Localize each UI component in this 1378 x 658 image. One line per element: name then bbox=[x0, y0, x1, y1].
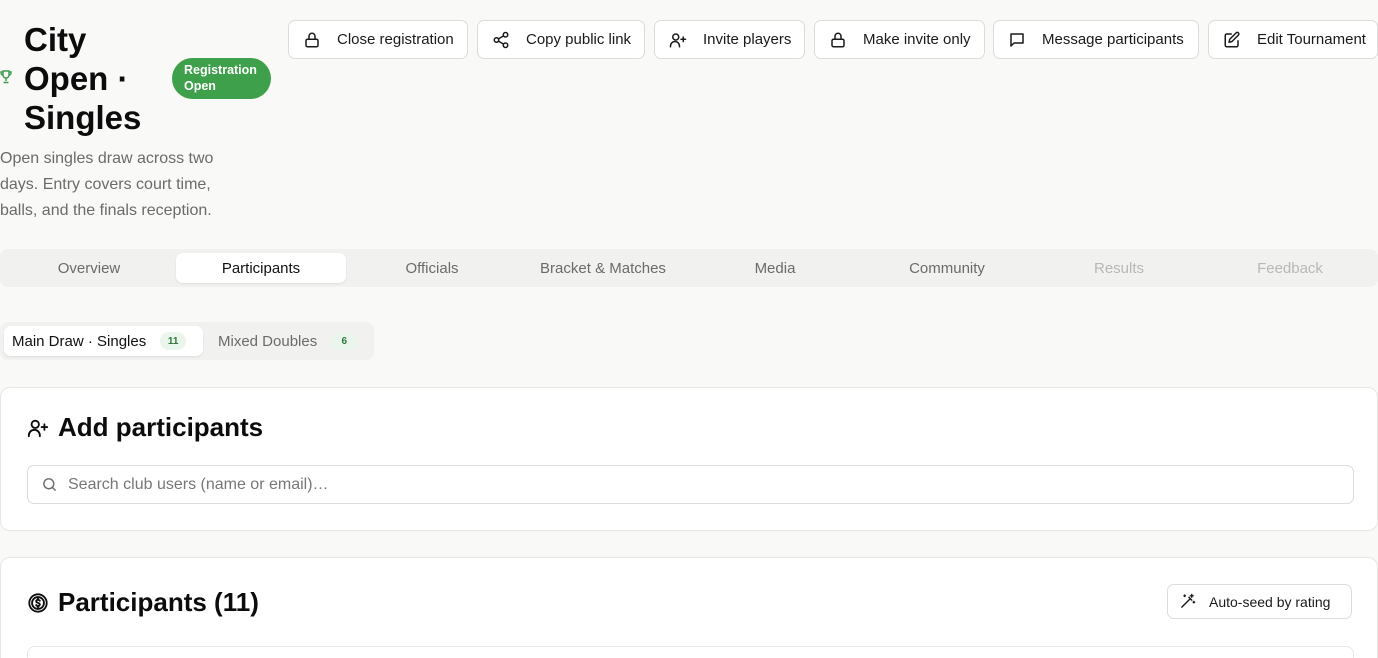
participants-title: Participants (11) bbox=[58, 587, 259, 617]
lock-icon bbox=[305, 32, 319, 47]
edit-tournament-label: Edit Tournament bbox=[1257, 31, 1366, 48]
draw-count-badge: 6 bbox=[331, 332, 358, 350]
add-participants-title: Add participants bbox=[58, 412, 264, 442]
close-registration-label: Close registration bbox=[337, 31, 454, 48]
copy-public-link-button[interactable]: Copy public link bbox=[477, 20, 645, 59]
auto-seed-button[interactable]: Auto-seed by rating bbox=[1167, 584, 1352, 619]
tab-media[interactable]: Media bbox=[690, 253, 860, 283]
invite-players-button[interactable]: Invite players bbox=[654, 20, 805, 59]
edit-icon bbox=[1224, 31, 1240, 47]
message-participants-button[interactable]: Message participants bbox=[993, 20, 1199, 59]
magic-wand-icon bbox=[1181, 593, 1196, 608]
close-registration-button[interactable]: Close registration bbox=[288, 20, 468, 59]
draw-count-badge: 11 bbox=[160, 332, 187, 350]
tab-bar: Overview Participants Officials Bracket … bbox=[0, 249, 1378, 287]
edit-tournament-button[interactable]: Edit Tournament bbox=[1208, 20, 1378, 59]
draw-tab-label: Mixed Doubles bbox=[218, 332, 318, 350]
draw-switcher: Main Draw · Singles 11 Mixed Doubles 6 bbox=[0, 322, 374, 360]
tab-overview[interactable]: Overview bbox=[4, 253, 174, 283]
user-plus-icon bbox=[27, 419, 49, 437]
share-icon bbox=[493, 31, 509, 48]
search-club-users-field[interactable] bbox=[27, 465, 1354, 504]
make-invite-only-button[interactable]: Make invite only bbox=[814, 20, 985, 59]
participants-table bbox=[27, 646, 1354, 658]
lock-icon bbox=[831, 32, 845, 47]
copy-public-link-label: Copy public link bbox=[526, 31, 632, 48]
draw-tab-label: Main Draw · Singles bbox=[12, 332, 147, 350]
participants-card: Participants (11) Auto-seed by rating bbox=[0, 557, 1378, 658]
tab-participants[interactable]: Participants bbox=[176, 253, 346, 283]
search-icon bbox=[43, 478, 56, 491]
tournament-description: Open singles draw across two days. Entry… bbox=[0, 150, 214, 219]
make-invite-only-label: Make invite only bbox=[863, 31, 971, 48]
auto-seed-label: Auto-seed by rating bbox=[1209, 593, 1331, 610]
dollar-circle-icon bbox=[28, 592, 48, 613]
trophy-icon bbox=[0, 70, 12, 84]
user-plus-icon bbox=[669, 32, 687, 47]
tab-feedback: Feedback bbox=[1257, 259, 1323, 277]
message-icon bbox=[1010, 32, 1024, 47]
tab-community[interactable]: Community bbox=[862, 253, 1032, 283]
draw-tab-main-singles[interactable]: Main Draw · Singles 11 bbox=[4, 326, 203, 356]
invite-players-label: Invite players bbox=[703, 31, 792, 48]
message-participants-label: Message participants bbox=[1042, 31, 1184, 48]
tab-results: Results bbox=[1093, 259, 1145, 277]
search-input[interactable] bbox=[68, 475, 1268, 494]
tab-bracket-matches[interactable]: Bracket & Matches bbox=[518, 253, 688, 283]
participants-heading: Participants (11) bbox=[27, 587, 259, 618]
draw-tab-mixed-doubles[interactable]: Mixed Doubles 6 bbox=[203, 326, 369, 356]
status-badge: Registration Open bbox=[172, 58, 271, 99]
add-participants-card: Add participants bbox=[0, 387, 1378, 531]
page-title: City Open · Singles bbox=[24, 21, 142, 136]
add-participants-heading: Add participants bbox=[27, 412, 263, 443]
tab-officials[interactable]: Officials bbox=[347, 253, 517, 283]
